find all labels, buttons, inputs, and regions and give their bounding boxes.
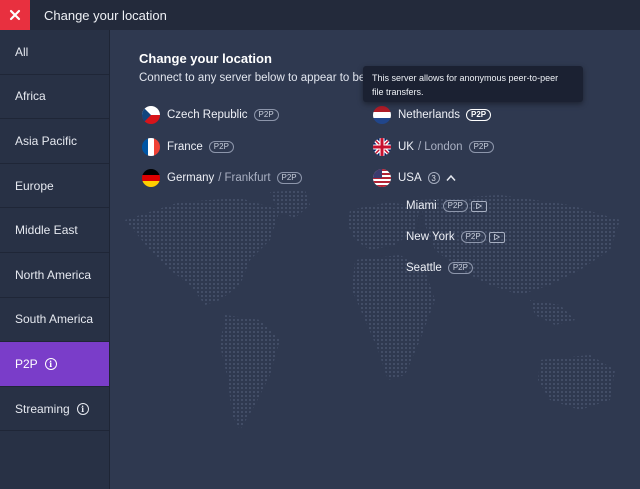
p2p-badge: P2P	[442, 200, 468, 212]
netherlands-flag-icon	[373, 106, 391, 124]
main-panel: Change your location Connect to any serv…	[110, 30, 640, 489]
czech-flag-icon	[142, 106, 160, 124]
country-name: Germany	[167, 172, 215, 184]
sidebar-item-label: South America	[15, 312, 94, 327]
location-uk[interactable]: UK / London P2P	[373, 138, 494, 156]
sidebar-item-label: All	[15, 44, 29, 59]
sidebar-item-africa[interactable]: Africa	[0, 75, 109, 120]
sidebar-item-label: Africa	[15, 89, 46, 104]
close-button[interactable]	[0, 0, 30, 30]
server-count-badge: 3	[427, 172, 440, 184]
country-name: USA	[398, 172, 422, 184]
sidebar-item-all[interactable]: All	[0, 30, 109, 75]
sidebar-item-streaming[interactable]: Streaming i	[0, 387, 109, 432]
play-icon	[470, 200, 487, 212]
title-bar: Change your location	[0, 0, 640, 30]
location-netherlands[interactable]: Netherlands P2P	[373, 106, 492, 124]
p2p-badge: P2P	[460, 231, 486, 243]
sidebar-item-p2p[interactable]: P2P i	[0, 342, 109, 387]
p2p-badge: P2P	[276, 172, 302, 184]
window-title: Change your location	[44, 7, 167, 23]
info-icon[interactable]: i	[76, 402, 89, 415]
p2p-badge[interactable]: P2P	[466, 109, 492, 121]
sidebar-item-label: North America	[15, 267, 92, 282]
tooltip-line: This server allows for anonymous peer-to…	[372, 73, 559, 83]
p2p-badge: P2P	[468, 141, 494, 153]
sidebar-item-north-america[interactable]: North America	[0, 253, 109, 298]
sidebar-item-middle-east[interactable]: Middle East	[0, 208, 109, 253]
region-sidebar: All Africa Asia Pacific Europe Middle Ea…	[0, 30, 110, 489]
country-name: Netherlands	[398, 109, 461, 121]
location-seattle[interactable]: Seattle P2P	[406, 262, 473, 274]
tooltip-line: file transfers.	[372, 87, 424, 97]
country-name: Czech Republic	[167, 109, 248, 121]
city-name: Seattle	[406, 262, 442, 274]
close-icon	[9, 9, 21, 21]
france-flag-icon	[142, 138, 160, 156]
sidebar-item-europe[interactable]: Europe	[0, 164, 109, 209]
location-usa[interactable]: USA 3	[373, 169, 456, 187]
city-separator: /	[218, 172, 222, 184]
location-france[interactable]: France P2P	[142, 138, 234, 156]
location-miami[interactable]: Miami P2P	[406, 200, 487, 212]
sidebar-item-south-america[interactable]: South America	[0, 298, 109, 343]
country-name: UK	[398, 141, 414, 153]
page-subheading: Connect to any server below to appear to…	[139, 72, 378, 84]
uk-flag-icon	[373, 138, 391, 156]
location-germany[interactable]: Germany / Frankfurt P2P	[142, 169, 302, 187]
play-icon	[488, 231, 505, 243]
country-name: France	[167, 141, 203, 153]
city-name: London	[424, 141, 463, 153]
info-icon[interactable]: i	[44, 357, 57, 370]
sidebar-item-label: P2P	[15, 356, 38, 371]
sidebar-item-label: Middle East	[15, 223, 78, 238]
location-czech-republic[interactable]: Czech Republic P2P	[142, 106, 279, 124]
p2p-badge: P2P	[447, 262, 473, 274]
germany-flag-icon	[142, 169, 160, 187]
sidebar-item-label: Streaming	[15, 401, 70, 416]
usa-flag-icon	[373, 169, 391, 187]
sidebar-item-label: Europe	[15, 178, 54, 193]
page-heading: Change your location	[139, 51, 272, 66]
p2p-badge: P2P	[208, 141, 234, 153]
city-name: New York	[406, 231, 455, 243]
sidebar-item-label: Asia Pacific	[15, 133, 78, 148]
chevron-up-icon[interactable]	[446, 174, 456, 182]
p2p-tooltip: This server allows for anonymous peer-to…	[363, 66, 583, 102]
city-name: Frankfurt	[224, 172, 271, 184]
city-separator: /	[417, 141, 422, 153]
city-name: Miami	[406, 200, 437, 212]
location-new-york[interactable]: New York P2P	[406, 231, 505, 243]
p2p-badge: P2P	[253, 109, 279, 121]
world-map-background	[125, 190, 620, 430]
sidebar-item-asia-pacific[interactable]: Asia Pacific	[0, 119, 109, 164]
